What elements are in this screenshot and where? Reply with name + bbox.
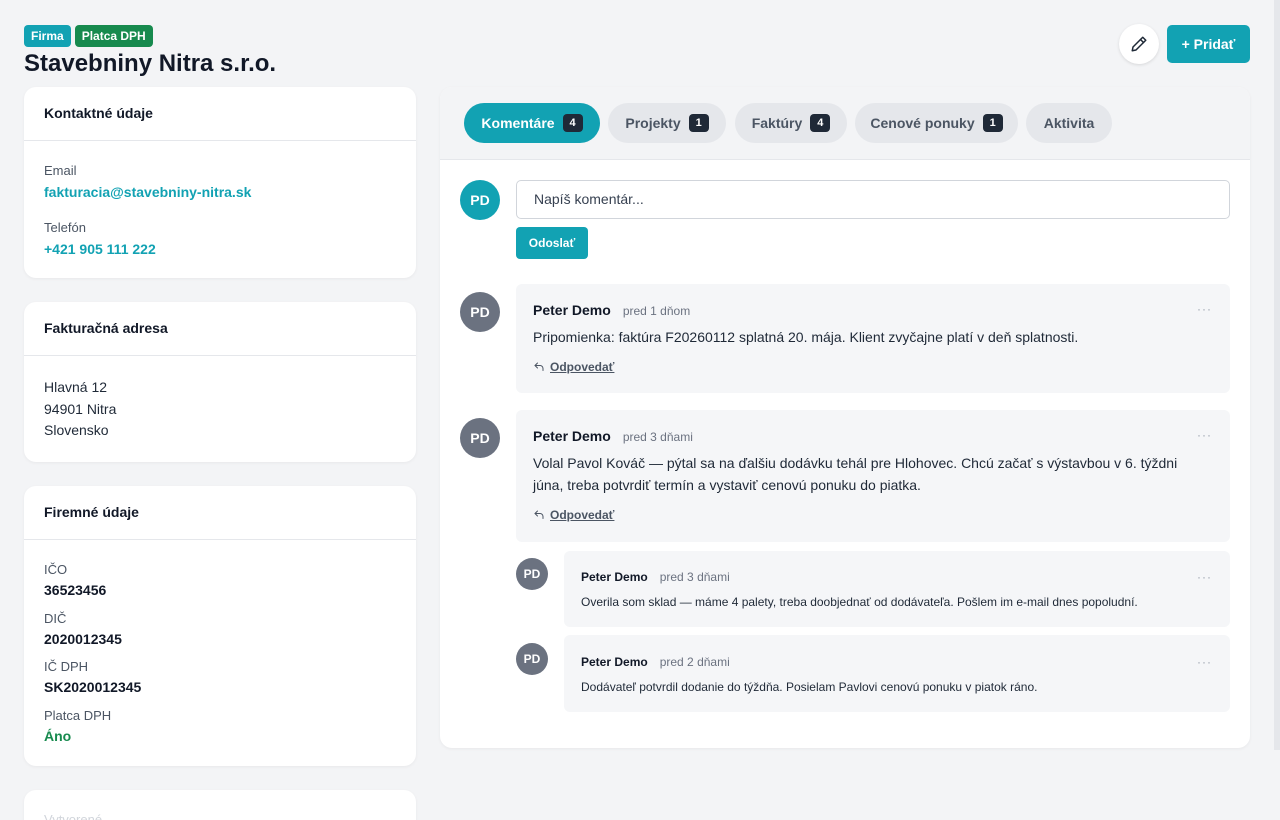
comment-time: pred 3 dňami [659, 570, 730, 584]
composer-avatar: PD [460, 180, 500, 220]
more-menu-icon[interactable]: ··· [1197, 570, 1212, 584]
phone-label: Telefón [44, 220, 86, 235]
reply-icon [534, 362, 544, 371]
comment-text: Pripomienka: faktúra F20260112 splatná 2… [533, 329, 1079, 345]
email-label: Email [44, 163, 77, 178]
tab-count: 1 [982, 114, 1003, 132]
detail-panel: Komentáre 4 Projekty 1 Faktúry 4 Cenové … [440, 87, 1250, 748]
comment-author: Peter Demo [581, 655, 648, 669]
tab-count: 4 [810, 114, 831, 132]
reply-label: Odpovedať [550, 360, 615, 374]
ico-value: 36523456 [44, 582, 107, 598]
email-link[interactable]: fakturacia@stavebniny-nitra.sk [44, 184, 396, 200]
tab-label: Faktúry [751, 115, 803, 131]
tab-label: Cenové ponuky [870, 115, 975, 131]
billing-address-card: Fakturačná adresa Hlavná 12 94901 Nitra … [24, 302, 416, 462]
comment-text: Dodávateľ potvrdil dodanie do týždňa. Po… [581, 680, 1038, 694]
tab-bar: Komentáre 4 Projekty 1 Faktúry 4 Cenové … [440, 87, 1250, 160]
tab-activity[interactable]: Aktivita [1026, 103, 1112, 143]
reply-icon [534, 510, 544, 519]
address-street: Hlavná 12 [44, 379, 108, 395]
comment-item: Peter Demo pred 1 dňom ··· Pripomienka: … [516, 284, 1230, 393]
tab-count: 1 [688, 114, 709, 132]
avatar: PD [460, 418, 500, 458]
vat-payer-label: Platca DPH [44, 708, 112, 723]
edit-button[interactable] [1119, 24, 1159, 64]
avatar: PD [516, 558, 548, 590]
reply-item: Peter Demo pred 3 dňami ··· Overila som … [564, 551, 1230, 627]
tab-count: 4 [562, 114, 583, 132]
phone-link[interactable]: +421 905 111 222 [44, 241, 396, 257]
comment-item: Peter Demo pred 3 dňami ··· Volal Pavol … [516, 410, 1230, 542]
address-country: Slovensko [44, 422, 109, 438]
avatar: PD [460, 292, 500, 332]
billing-heading: Fakturačná adresa [24, 302, 416, 356]
address-city: 94901 Nitra [44, 400, 117, 417]
reply-item: Peter Demo pred 2 dňami ··· Dodávateľ po… [564, 635, 1230, 712]
reply-button[interactable]: Odpovedať [533, 360, 614, 374]
created-card: Vytvorené [24, 790, 416, 820]
comment-time: pred 1 dňom [622, 304, 691, 318]
tab-quotes[interactable]: Cenové ponuky 1 [855, 103, 1018, 143]
more-menu-icon[interactable]: ··· [1197, 655, 1212, 669]
ico-label: IČO [44, 562, 68, 577]
page-title: Stavebniny Nitra s.r.o. [24, 50, 277, 77]
more-menu-icon[interactable]: ··· [1197, 302, 1212, 316]
more-menu-icon[interactable]: ··· [1197, 428, 1212, 442]
dic-label: DIČ [44, 611, 67, 626]
comment-time: pred 2 dňami [659, 655, 730, 669]
tab-label: Komentáre [481, 115, 555, 131]
comment-text: Overila som sklad — máme 4 palety, treba… [581, 595, 1138, 609]
tab-invoices[interactable]: Faktúry 4 [735, 103, 847, 143]
reply-label: Odpovedať [550, 508, 615, 522]
badge-group: Firma Platca DPH [24, 25, 153, 47]
send-button[interactable]: Odoslať [516, 227, 588, 259]
dic-value: 2020012345 [44, 631, 122, 647]
tab-label: Projekty [625, 115, 681, 131]
avatar: PD [516, 643, 548, 675]
comment-author: Peter Demo [533, 302, 611, 318]
comment-author: Peter Demo [533, 428, 611, 444]
comment-text: Volal Pavol Kováč — pýtal sa na ďalšiu d… [533, 455, 1178, 493]
company-details-card: Firemné údaje IČO 36523456 DIČ 202001234… [24, 486, 416, 766]
reply-button[interactable]: Odpovedať [533, 508, 614, 522]
comment-time: pred 3 dňami [622, 430, 693, 444]
comment-author: Peter Demo [581, 570, 648, 584]
comment-input[interactable]: Napíš komentár... [516, 180, 1230, 219]
pencil-icon [1131, 36, 1147, 52]
created-heading: Vytvorené [44, 812, 103, 820]
ic-dph-value: SK2020012345 [44, 679, 142, 695]
add-button[interactable]: + Pridať [1167, 25, 1250, 63]
tab-comments[interactable]: Komentáre 4 [464, 103, 600, 143]
page-scrollbar[interactable] [1274, 0, 1280, 750]
badge-firma: Firma [24, 25, 71, 47]
tab-projects[interactable]: Projekty 1 [608, 103, 726, 143]
badge-vat-payer: Platca DPH [74, 25, 153, 47]
tab-label: Aktivita [1043, 115, 1095, 131]
vat-payer-value: Áno [44, 728, 72, 744]
contact-heading: Kontaktné údaje [24, 87, 416, 141]
ic-dph-label: IČ DPH [44, 659, 89, 674]
company-heading: Firemné údaje [24, 486, 416, 540]
contact-card: Kontaktné údaje Email fakturacia@stavebn… [24, 87, 416, 278]
